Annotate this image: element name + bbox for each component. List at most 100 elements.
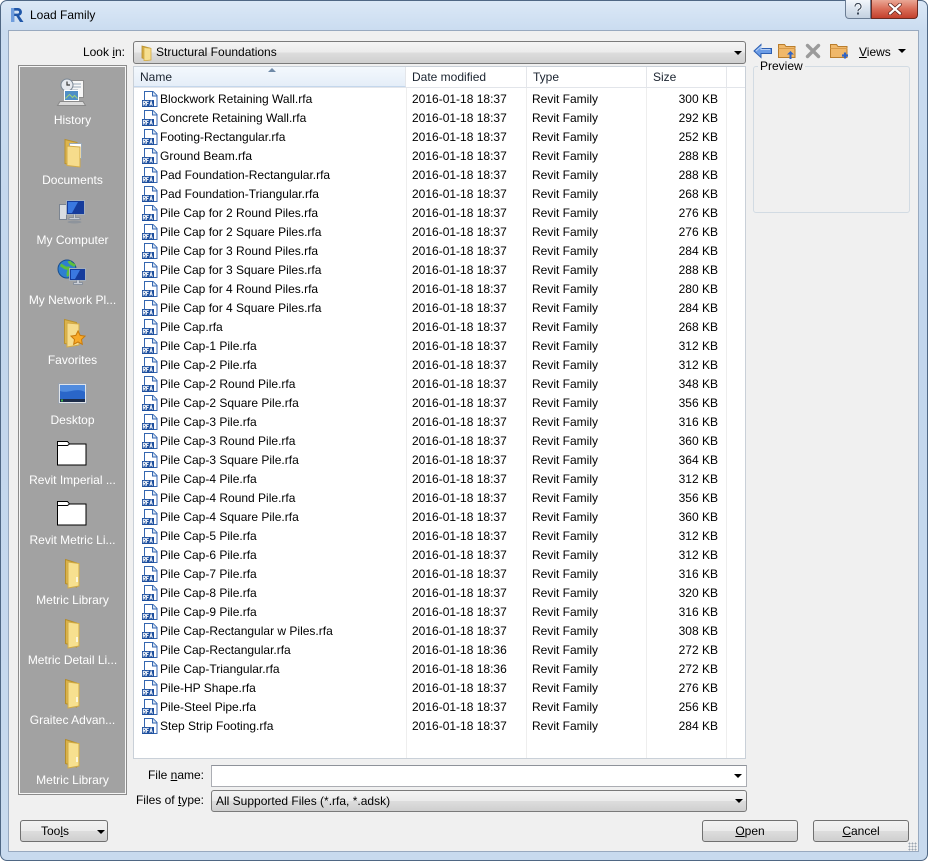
network-icon (56, 257, 88, 289)
file-row[interactable]: Pile Cap-4 Square Pile.rfa 2016-01-18 18… (134, 508, 745, 527)
places-bar-item[interactable]: My Network Pl... (20, 247, 125, 307)
places-bar: History Documents My Computer My Network… (19, 66, 126, 794)
file-row[interactable]: Concrete Retaining Wall.rfa 2016-01-18 1… (134, 109, 745, 128)
delete-icon (805, 43, 820, 59)
file-row[interactable]: Pile Cap for 3 Square Piles.rfa 2016-01-… (134, 261, 745, 280)
file-list[interactable]: Name Date modified Type Size Blockwork R… (133, 66, 746, 759)
rfa-file-icon (142, 110, 158, 126)
file-row[interactable]: Pile Cap for 3 Round Piles.rfa 2016-01-1… (134, 242, 745, 261)
file-row[interactable]: Pad Foundation-Rectangular.rfa 2016-01-1… (134, 166, 745, 185)
rfa-file-icon (142, 243, 158, 259)
places-bar-item[interactable]: Graitec Advan... (20, 667, 125, 727)
file-row[interactable]: Pile-Steel Pipe.rfa 2016-01-18 18:37 Rev… (134, 698, 745, 717)
file-row[interactable]: Blockwork Retaining Wall.rfa 2016-01-18 … (134, 90, 745, 109)
file-type: Revit Family (532, 111, 599, 125)
views-dropdown-arrow-icon[interactable] (898, 49, 906, 53)
file-type: Revit Family (532, 244, 599, 258)
tools-button[interactable]: Tools (20, 820, 108, 842)
file-row[interactable]: Pile Cap-3 Pile.rfa 2016-01-18 18:37 Rev… (134, 413, 745, 432)
file-row[interactable]: Pile-HP Shape.rfa 2016-01-18 18:37 Revit… (134, 679, 745, 698)
file-row[interactable]: Pile Cap for 4 Square Piles.rfa 2016-01-… (134, 299, 745, 318)
file-row[interactable]: Pile Cap for 2 Round Piles.rfa 2016-01-1… (134, 204, 745, 223)
file-date-modified: 2016-01-18 18:37 (412, 130, 507, 144)
places-bar-item[interactable]: Metric Library (20, 547, 125, 607)
file-size: 252 KB (678, 130, 718, 144)
file-row[interactable]: Pile Cap-7 Pile.rfa 2016-01-18 18:37 Rev… (134, 565, 745, 584)
file-size: 284 KB (678, 301, 718, 315)
cancel-button[interactable]: Cancel (813, 820, 909, 842)
revit-logo-icon (10, 7, 24, 23)
file-row[interactable]: Pile Cap-Rectangular.rfa 2016-01-18 18:3… (134, 641, 745, 660)
file-row[interactable]: Pile Cap.rfa 2016-01-18 18:37 Revit Fami… (134, 318, 745, 337)
places-bar-label: History (53, 113, 92, 127)
file-row[interactable]: Pile Cap-4 Round Pile.rfa 2016-01-18 18:… (134, 489, 745, 508)
file-row[interactable]: Step Strip Footing.rfa 2016-01-18 18:37 … (134, 717, 745, 736)
up-one-level-icon (778, 44, 796, 60)
places-bar-item[interactable]: Revit Imperial ... (20, 427, 125, 487)
file-row[interactable]: Pile Cap-9 Pile.rfa 2016-01-18 18:37 Rev… (134, 603, 745, 622)
places-bar-item[interactable]: Revit Metric Li... (20, 487, 125, 547)
open-button[interactable]: Open (702, 820, 798, 842)
views-menu-button[interactable]: Views (859, 44, 891, 60)
file-row[interactable]: Pile Cap-5 Pile.rfa 2016-01-18 18:37 Rev… (134, 527, 745, 546)
new-folder-button[interactable] (828, 41, 850, 61)
help-button[interactable] (845, 0, 871, 19)
column-header-type[interactable]: Type (527, 67, 647, 87)
file-row[interactable]: Pile Cap-Rectangular w Piles.rfa 2016-01… (134, 622, 745, 641)
file-type: Revit Family (532, 586, 599, 600)
file-date-modified: 2016-01-18 18:37 (412, 529, 507, 543)
files-of-type-dropdown[interactable]: All Supported Files (*.rfa, *.adsk) (211, 790, 747, 812)
file-row[interactable]: Pile Cap-8 Pile.rfa 2016-01-18 18:37 Rev… (134, 584, 745, 603)
file-row[interactable]: Pile Cap-3 Square Pile.rfa 2016-01-18 18… (134, 451, 745, 470)
file-row[interactable]: Pile Cap-Triangular.rfa 2016-01-18 18:36… (134, 660, 745, 679)
column-header-size[interactable]: Size (647, 67, 727, 87)
back-button[interactable] (752, 41, 773, 61)
preview-label: Preview (758, 59, 805, 73)
file-name: Blockwork Retaining Wall.rfa (160, 92, 313, 106)
file-type: Revit Family (532, 377, 599, 391)
column-header-filler (727, 67, 745, 87)
places-bar-item[interactable]: Desktop (20, 367, 125, 427)
resize-grip[interactable] (908, 842, 917, 851)
look-in-dropdown[interactable]: Structural Foundations (133, 41, 746, 64)
file-row[interactable]: Pad Foundation-Triangular.rfa 2016-01-18… (134, 185, 745, 204)
file-row[interactable]: Pile Cap-3 Round Pile.rfa 2016-01-18 18:… (134, 432, 745, 451)
file-name-input[interactable] (211, 765, 747, 787)
rfa-file-icon (142, 604, 158, 620)
files-of-type-value: All Supported Files (*.rfa, *.adsk) (216, 794, 391, 808)
column-label: Name (140, 70, 173, 84)
file-row[interactable]: Pile Cap-4 Pile.rfa 2016-01-18 18:37 Rev… (134, 470, 745, 489)
rfa-file-icon (142, 319, 158, 335)
file-size: 272 KB (678, 643, 718, 657)
file-row[interactable]: Footing-Rectangular.rfa 2016-01-18 18:37… (134, 128, 745, 147)
file-type: Revit Family (532, 700, 599, 714)
up-one-level-button[interactable] (776, 41, 798, 61)
file-type: Revit Family (532, 719, 599, 733)
places-bar-item[interactable]: Metric Detail Li... (20, 607, 125, 667)
file-row[interactable]: Pile Cap-2 Round Pile.rfa 2016-01-18 18:… (134, 375, 745, 394)
file-date-modified: 2016-01-18 18:37 (412, 92, 507, 106)
file-row[interactable]: Pile Cap for 2 Square Piles.rfa 2016-01-… (134, 223, 745, 242)
places-bar-item[interactable]: History (20, 67, 125, 127)
file-size: 312 KB (678, 548, 718, 562)
file-row[interactable]: Pile Cap-2 Square Pile.rfa 2016-01-18 18… (134, 394, 745, 413)
file-row[interactable]: Pile Cap for 4 Round Piles.rfa 2016-01-1… (134, 280, 745, 299)
file-name: Step Strip Footing.rfa (160, 719, 274, 733)
file-name: Pile Cap-2 Square Pile.rfa (160, 396, 299, 410)
close-button[interactable] (871, 0, 918, 19)
places-bar-item[interactable]: Favorites (20, 307, 125, 367)
file-row[interactable]: Pile Cap-2 Pile.rfa 2016-01-18 18:37 Rev… (134, 356, 745, 375)
column-header-date-modified[interactable]: Date modified (406, 67, 527, 87)
delete-button[interactable] (802, 41, 823, 61)
sort-ascending-icon (268, 68, 276, 72)
rfa-file-icon (142, 699, 158, 715)
file-date-modified: 2016-01-18 18:37 (412, 434, 507, 448)
file-row[interactable]: Pile Cap-1 Pile.rfa 2016-01-18 18:37 Rev… (134, 337, 745, 356)
file-name: Pile Cap for 3 Round Piles.rfa (160, 244, 319, 258)
file-row[interactable]: Pile Cap-6 Pile.rfa 2016-01-18 18:37 Rev… (134, 546, 745, 565)
places-bar-item[interactable]: My Computer (20, 187, 125, 247)
places-bar-item[interactable]: Documents (20, 127, 125, 187)
file-name-history-dropdown-icon[interactable] (734, 774, 742, 778)
places-bar-item[interactable]: Metric Library (20, 727, 125, 787)
file-row[interactable]: Ground Beam.rfa 2016-01-18 18:37 Revit F… (134, 147, 745, 166)
